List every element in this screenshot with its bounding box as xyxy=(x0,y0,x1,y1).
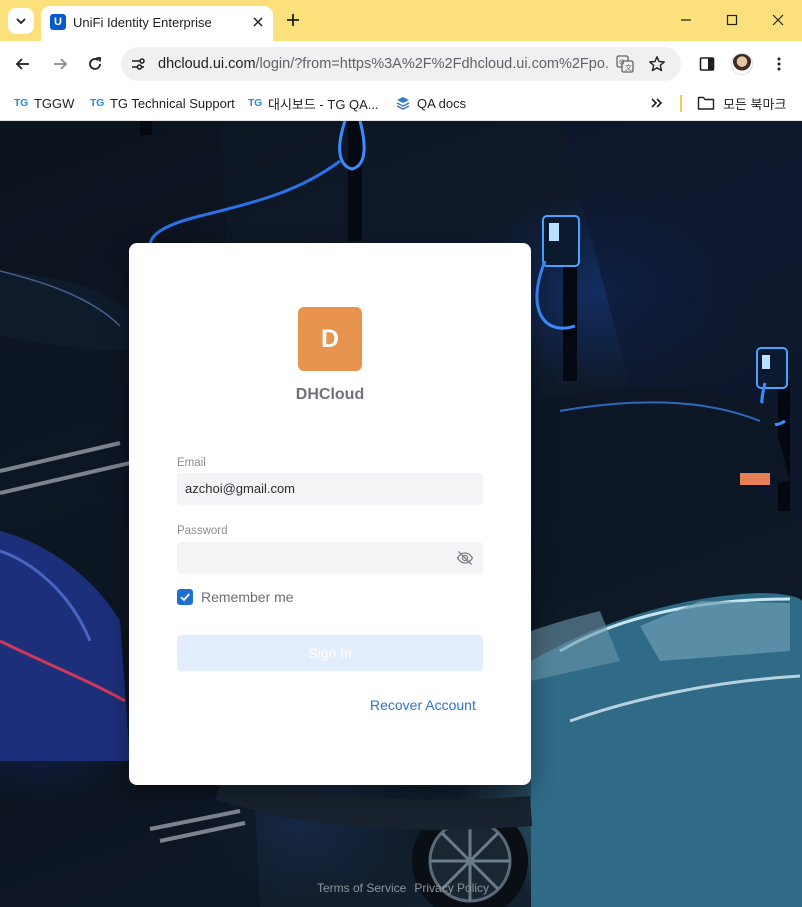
sign-in-button[interactable]: Sign In xyxy=(177,635,483,671)
bookmark-label: QA docs xyxy=(417,95,467,111)
address-bar[interactable]: dhcloud.ui.com/login/?from=https%3A%2F%2… xyxy=(121,47,681,81)
bookmark-item[interactable]: TG TG Technical Support xyxy=(90,93,235,113)
side-panel-icon xyxy=(699,57,715,71)
org-name: DHCloud xyxy=(295,386,365,403)
tg-favicon-icon: TG xyxy=(90,97,104,109)
remember-me-checkbox[interactable] xyxy=(177,589,193,605)
tab-strip: U UniFi Identity Enterprise xyxy=(0,0,802,41)
minimize-icon xyxy=(681,19,691,21)
site-info-icon[interactable] xyxy=(129,55,147,73)
back-button[interactable] xyxy=(10,51,36,77)
bookmark-item[interactable]: TG 대시보드 - TG QA... xyxy=(248,93,379,113)
url-text[interactable]: dhcloud.ui.com/login/?from=https%3A%2F%2… xyxy=(158,56,610,72)
tab-title: UniFi Identity Enterprise xyxy=(73,15,212,30)
bookmark-item[interactable]: TG TGGW xyxy=(14,93,74,113)
reload-button[interactable] xyxy=(82,51,108,77)
tab-search-button[interactable] xyxy=(8,8,34,34)
all-bookmarks-button[interactable]: 모든 북마크 xyxy=(697,93,786,113)
email-value: azchoi@gmail.com xyxy=(185,481,296,496)
remember-me-label[interactable]: Remember me xyxy=(201,589,294,605)
folder-icon xyxy=(697,96,715,110)
email-field[interactable]: azchoi@gmail.com xyxy=(177,473,483,505)
new-tab-button[interactable] xyxy=(282,9,304,31)
privacy-policy-link[interactable]: Privacy Policy xyxy=(414,881,489,895)
reload-icon xyxy=(89,57,101,70)
tg-favicon-icon: TG xyxy=(14,97,28,109)
arrow-right-icon xyxy=(54,58,68,70)
login-card: D DHCloud Email azchoi@gmail.com Passwor… xyxy=(129,243,531,785)
password-label: Password xyxy=(177,525,228,537)
bookmark-label: TG Technical Support xyxy=(109,95,235,111)
browser-toolbar: dhcloud.ui.com/login/?from=https%3A%2F%2… xyxy=(0,41,802,86)
maximize-icon xyxy=(726,14,738,26)
side-panel-button[interactable] xyxy=(694,51,720,77)
recover-account-link[interactable]: Recover Account xyxy=(370,697,476,713)
qa-docs-icon xyxy=(396,97,410,110)
url-path: /login/?from=https%3A%2F%2Fdhcloud.ui.co… xyxy=(255,56,610,72)
svg-text:G: G xyxy=(619,59,624,67)
forward-button[interactable] xyxy=(47,51,73,77)
svg-text:文: 文 xyxy=(625,63,632,72)
tg-favicon-icon: TG xyxy=(248,97,262,109)
window-close-button[interactable] xyxy=(765,8,791,32)
bookmark-separator xyxy=(680,95,682,112)
arrow-left-icon xyxy=(15,58,29,70)
unifi-favicon-icon: U xyxy=(50,14,66,30)
translate-icon[interactable]: G文 xyxy=(616,55,634,73)
checkmark-icon xyxy=(180,593,190,602)
tab-close-button[interactable] xyxy=(249,13,267,31)
profile-avatar[interactable] xyxy=(731,53,753,75)
more-bookmarks-button[interactable] xyxy=(650,93,664,113)
star-icon[interactable] xyxy=(648,55,666,73)
plus-icon xyxy=(287,14,299,26)
browser-tab[interactable]: U UniFi Identity Enterprise xyxy=(41,6,273,41)
bookmark-label: 대시보드 - TG QA... xyxy=(267,96,379,112)
eye-off-icon[interactable] xyxy=(456,549,474,567)
email-label: Email xyxy=(177,457,206,469)
double-chevron-right-icon xyxy=(651,98,663,108)
chevron-down-icon xyxy=(16,18,26,25)
kebab-menu-icon xyxy=(777,57,781,71)
org-logo: D xyxy=(298,307,362,371)
bookmarks-bar: TG TGGW TG TG Technical Support TG 대시보드 … xyxy=(0,86,802,121)
close-icon xyxy=(772,14,784,26)
close-icon xyxy=(253,17,263,27)
page-footer: Terms of Service Privacy Policy xyxy=(317,881,497,895)
terms-of-service-link[interactable]: Terms of Service xyxy=(317,881,406,895)
maximize-button[interactable] xyxy=(719,8,745,32)
login-page: D DHCloud Email azchoi@gmail.com Passwor… xyxy=(0,121,802,907)
bookmark-label: TGGW xyxy=(33,95,75,111)
all-bookmarks-label: 모든 북마크 xyxy=(723,96,787,112)
url-host: dhcloud.ui.com xyxy=(158,56,256,72)
password-field[interactable] xyxy=(177,542,483,574)
bookmark-item[interactable]: QA docs xyxy=(396,93,466,113)
menu-button[interactable] xyxy=(766,51,792,77)
minimize-button[interactable] xyxy=(673,8,699,32)
